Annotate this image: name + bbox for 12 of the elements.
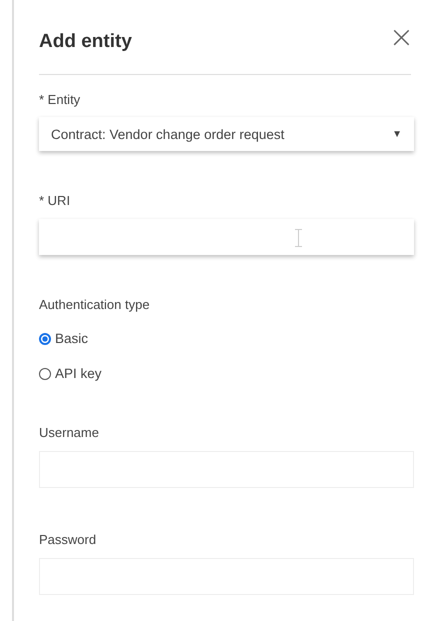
field-label: Username: [39, 425, 99, 440]
radio-option[interactable]: Basic: [39, 331, 88, 346]
close-button[interactable]: ×: [388, 26, 414, 50]
radio-option[interactable]: API key: [39, 366, 102, 381]
panel-title: Add entity: [39, 31, 132, 53]
text-cursor-icon: [295, 229, 302, 247]
field-label: * Entity: [39, 92, 80, 107]
entity-dropdown[interactable]: Contract: Vendor change order request ▼: [39, 117, 414, 151]
field-label: * URI: [39, 193, 70, 208]
field-label: Password: [39, 532, 96, 547]
uri-field[interactable]: [39, 219, 414, 255]
field-label: Authentication type: [39, 297, 150, 312]
